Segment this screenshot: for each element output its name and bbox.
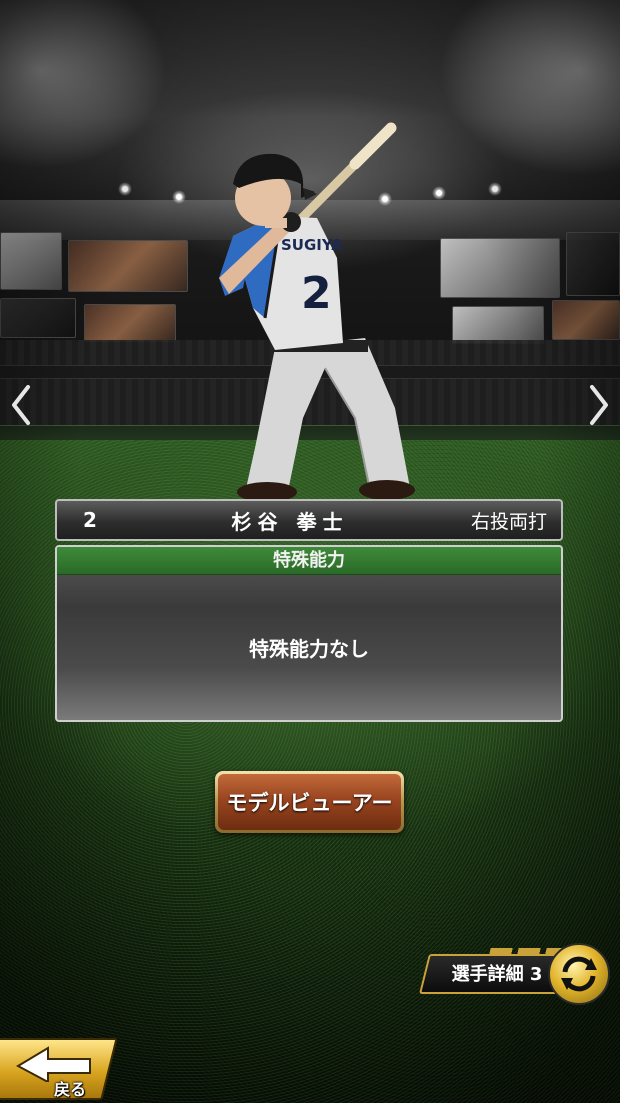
prev-player-button[interactable] [8, 383, 34, 427]
jersey-number: 2 [301, 268, 332, 319]
next-player-button[interactable] [586, 383, 612, 427]
chevron-left-icon [12, 385, 30, 425]
swap-arrows-icon [548, 943, 610, 1005]
player-figure: SUGIYA 2 [205, 118, 425, 503]
player-detail-button[interactable]: 選手詳細 3 [419, 940, 615, 1010]
player-name: 杉谷 拳士 [231, 509, 349, 534]
model-viewer-label: モデルビューアー [218, 774, 401, 830]
back-button[interactable]: 戻る [0, 1036, 118, 1103]
special-ability-text: 特殊能力なし [249, 637, 369, 661]
player-name-bar: 2 杉谷 拳士 右投両打 [55, 499, 563, 541]
chevron-right-icon [590, 385, 608, 425]
player-detail-label: 選手詳細 3 [451, 964, 543, 985]
special-ability-header: 特殊能力 [57, 547, 561, 575]
special-ability-panel: 特殊能力 特殊能力なし [55, 545, 563, 722]
player-handedness: 右投両打 [470, 510, 547, 533]
jersey-name: SUGIYA [281, 236, 343, 254]
back-label: 戻る [53, 1080, 86, 1099]
model-viewer-button[interactable]: モデルビューアー [215, 771, 404, 833]
